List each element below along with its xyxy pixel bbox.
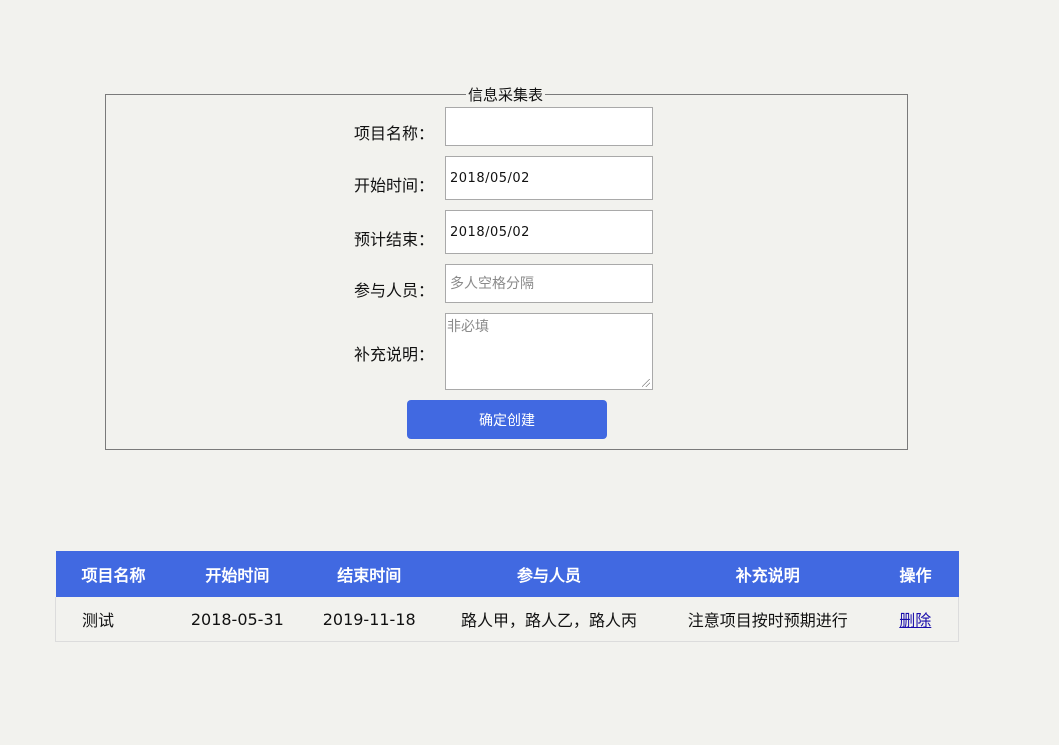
create-button[interactable]: 确定创建	[407, 400, 607, 439]
cell-name: 测试	[55, 597, 172, 642]
start-date-input[interactable]	[445, 156, 653, 200]
col-header-start: 开始时间	[171, 551, 304, 597]
end-date-input[interactable]	[445, 210, 653, 254]
resize-grip-icon[interactable]	[642, 379, 650, 387]
col-header-end: 结束时间	[303, 551, 436, 597]
members-input[interactable]	[445, 264, 653, 303]
project-table: 项目名称 开始时间 结束时间 参与人员 补充说明 操作 测试 2018-05-3…	[55, 551, 959, 642]
members-label: 参与人员：	[353, 281, 434, 300]
col-header-action: 操作	[872, 551, 959, 597]
project-name-input[interactable]	[445, 107, 653, 146]
col-header-name: 项目名称	[55, 551, 172, 597]
col-header-members: 参与人员	[435, 551, 663, 597]
notes-label: 补充说明：	[353, 345, 434, 364]
cell-action: 删除	[872, 597, 959, 642]
start-time-label: 开始时间：	[353, 176, 434, 195]
cell-notes: 注意项目按时预期进行	[662, 597, 873, 642]
form-legend: 信息采集表	[466, 86, 546, 104]
table-row: 测试 2018-05-31 2019-11-18 路人甲，路人乙，路人丙 注意项…	[55, 597, 959, 642]
project-name-label: 项目名称：	[353, 124, 434, 143]
table-header-row: 项目名称 开始时间 结束时间 参与人员 补充说明 操作	[55, 551, 959, 597]
delete-link[interactable]: 删除	[899, 611, 931, 630]
cell-start: 2018-05-31	[171, 597, 304, 642]
info-form: 信息采集表 项目名称： 开始时间： 预计结束： 参与人员： 补充说明： 确定创建	[105, 87, 908, 450]
notes-textarea[interactable]	[445, 313, 653, 390]
cell-end: 2019-11-18	[303, 597, 436, 642]
cell-members: 路人甲，路人乙，路人丙	[435, 597, 663, 642]
expected-end-label: 预计结束：	[353, 230, 434, 249]
col-header-notes: 补充说明	[662, 551, 873, 597]
